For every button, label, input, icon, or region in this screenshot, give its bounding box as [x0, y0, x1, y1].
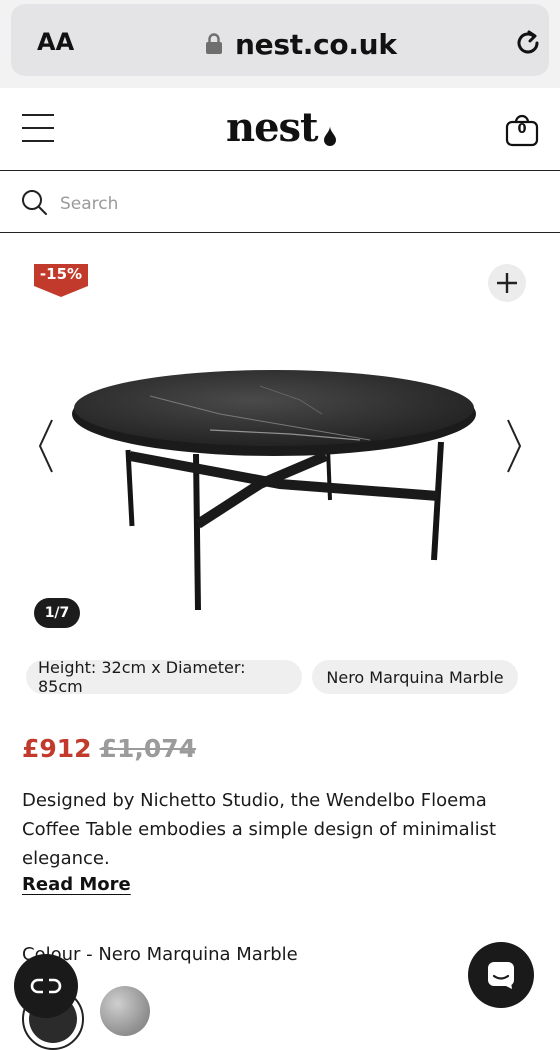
url-text: nest.co.uk	[235, 27, 397, 61]
product-gallery: -15% 1/7	[0, 236, 560, 640]
dimensions-chip: Height: 32cm x Diameter: 85cm	[26, 658, 302, 696]
discount-badge: -15%	[34, 264, 90, 298]
logo-drop-icon	[324, 126, 336, 146]
search-input[interactable]	[58, 186, 522, 222]
accessibility-button[interactable]	[14, 954, 78, 1018]
product-image[interactable]	[60, 356, 490, 616]
text-size-button[interactable]: AA	[37, 28, 74, 56]
image-counter: 1/7	[34, 598, 80, 628]
sale-price: £912	[22, 734, 92, 763]
url-display[interactable]: nest.co.uk	[205, 24, 397, 64]
price-row: £912 £1,074	[22, 734, 196, 763]
search-icon	[22, 190, 47, 215]
menu-icon[interactable]	[22, 114, 54, 144]
link-icon	[30, 978, 62, 994]
read-more-link[interactable]: Read More	[22, 874, 131, 895]
colour-swatch-grey-marble[interactable]	[100, 986, 150, 1036]
chat-icon	[488, 962, 514, 989]
reload-icon[interactable]	[511, 26, 545, 60]
previous-image-arrow-icon[interactable]	[34, 416, 58, 476]
product-description: Designed by Nichetto Studio, the Wendelb…	[22, 790, 497, 869]
chat-button[interactable]	[468, 942, 534, 1008]
add-to-wishlist-button[interactable]	[488, 264, 526, 302]
original-price: £1,074	[99, 734, 197, 763]
plus-icon	[497, 273, 517, 293]
browser-bar: AA nest.co.uk	[0, 0, 560, 88]
site-logo[interactable]: nest	[226, 104, 319, 151]
site-header: nest 0	[0, 88, 560, 171]
discount-label: -15%	[39, 265, 83, 283]
material-chip: Nero Marquina Marble	[312, 660, 518, 694]
address-bar[interactable]: AA nest.co.uk	[11, 4, 549, 76]
bag-count: 0	[517, 122, 527, 137]
next-image-arrow-icon[interactable]	[502, 416, 526, 476]
search-bar	[0, 172, 560, 233]
lock-icon	[206, 33, 222, 54]
